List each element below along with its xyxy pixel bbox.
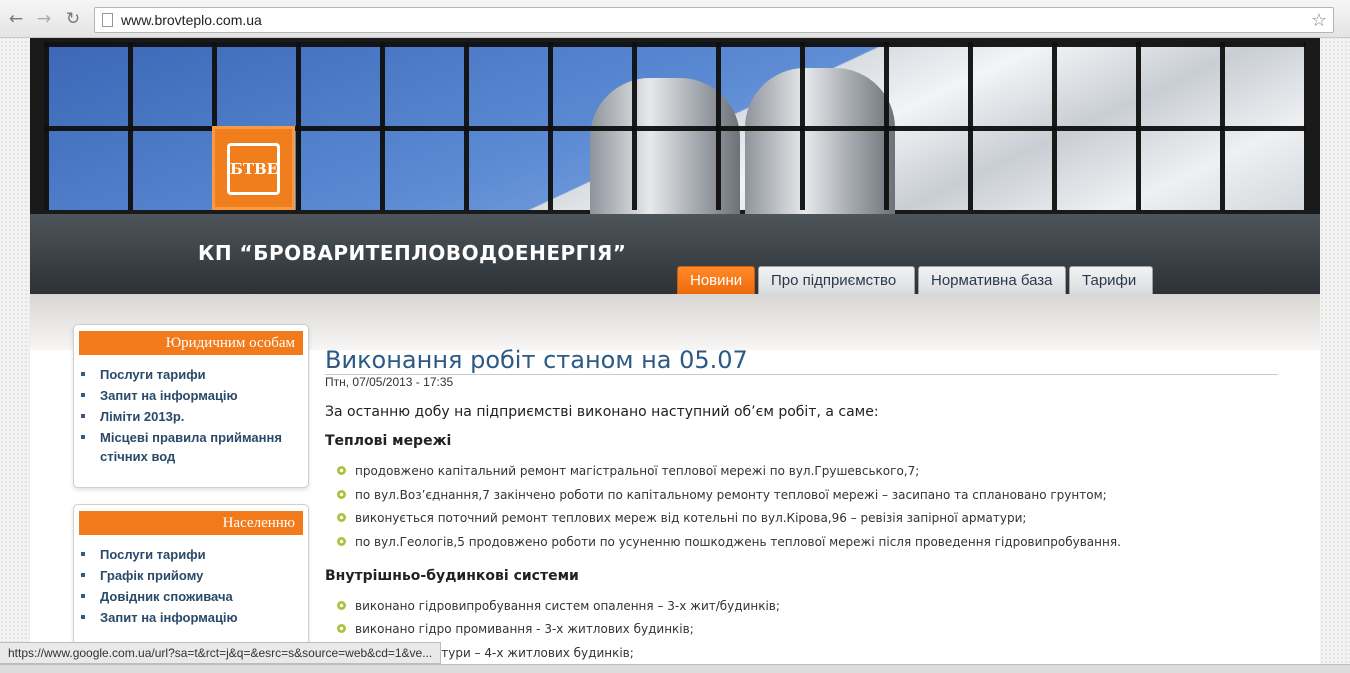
bullet-icon [81, 552, 85, 556]
section-title-heat-networks: Теплові мережі [325, 433, 452, 449]
status-bar-url: https://www.google.com.ua/url?sa=t&rct=j… [0, 642, 442, 664]
list-item: виконується поточний ремонт теплових мер… [325, 510, 1280, 526]
list-item: запірної арматури – 4-х житлових будинкі… [325, 645, 1280, 661]
tab-normative-base[interactable]: Нормативна база [918, 266, 1066, 294]
back-icon[interactable]: ← [6, 9, 26, 29]
sidebar-block-title: Населенню [79, 511, 303, 535]
list-item: по вул.Геологів,5 продовжено роботи по у… [325, 534, 1280, 550]
list-item-text: по вул.Воз’єднання,7 закінчено роботи по… [355, 487, 1107, 502]
list-item: виконано гідровипробування систем опален… [325, 598, 1280, 614]
sidebar-item-services-tariffs[interactable]: Послуги тарифи [81, 545, 296, 564]
website: БТВЕ КП “БРОВАРИТЕПЛОВОДОЕНЕРГІЯ” Новини… [30, 38, 1320, 673]
header-bar: КП “БРОВАРИТЕПЛОВОДОЕНЕРГІЯ” Новини Про … [30, 214, 1320, 294]
bullet-icon [81, 435, 85, 439]
reload-icon[interactable]: ↻ [63, 9, 83, 29]
sidebar-item-limits[interactable]: Ліміти 2013р. [81, 407, 296, 426]
browser-toolbar: ← → ↻ www.brovteplo.com.ua ☆ [0, 0, 1350, 38]
list-item-text: виконується поточний ремонт теплових мер… [355, 511, 1027, 525]
company-name: КП “БРОВАРИТЕПЛОВОДОЕНЕРГІЯ” [198, 241, 627, 265]
page-icon [102, 13, 113, 27]
bullet-icon [81, 414, 85, 418]
bullet-icon [337, 513, 346, 522]
list-item-text: по вул.Геологів,5 продовжено роботи по у… [355, 534, 1121, 549]
bullet-icon [337, 536, 346, 546]
sidebar-item-label[interactable]: Довідник споживача [100, 589, 233, 604]
article-date: Птн, 07/05/2013 - 17:35 [325, 375, 454, 389]
sidebar-item-consumer-guide[interactable]: Довідник споживача [81, 587, 296, 606]
tab-about[interactable]: Про підприємство [758, 266, 915, 294]
header-banner: БТВЕ [30, 38, 1320, 214]
section-title-internal-systems: Внутрішньо-будинкові системи [325, 567, 579, 584]
sidebar-item-label[interactable]: Послуги тарифи [100, 547, 206, 562]
sidebar-block-title: Юридичним особам [79, 331, 303, 355]
sidebar-legal-entities: Юридичним особам Послуги тарифи Запит на… [73, 324, 309, 488]
sidebar-menu: Послуги тарифи Графік прийому Довідник с… [74, 535, 308, 627]
bookmark-star-icon[interactable]: ☆ [1311, 10, 1327, 31]
bullet-icon [81, 615, 85, 619]
sidebar-menu: Послуги тарифи Запит на інформацію Ліміт… [74, 355, 308, 466]
list-item-text: продовжено капітальний ремонт магістраль… [355, 464, 920, 478]
internal-systems-list: виконано гідровипробування систем опален… [325, 598, 1280, 661]
bullet-icon [337, 600, 346, 610]
heat-networks-list: продовжено капітальний ремонт магістраль… [325, 463, 1280, 550]
bullet-icon [81, 372, 85, 376]
sidebar-item-label[interactable]: Графік прийому [100, 568, 203, 583]
sidebar-item-reception-schedule[interactable]: Графік прийому [81, 566, 296, 585]
list-item: виконано гідро промивання - 3-х житлових… [325, 621, 1280, 637]
list-item: продовжено капітальний ремонт магістраль… [325, 463, 1280, 479]
bullet-icon [337, 624, 346, 633]
bullet-icon [81, 573, 85, 577]
list-item-text: виконано гідровипробування систем опален… [355, 598, 780, 613]
sidebar-item-wastewater-rules[interactable]: Місцеві правила приймання стічних вод [81, 428, 296, 466]
tab-news[interactable]: Новини [677, 266, 755, 294]
sidebar-item-info-request[interactable]: Запит на інформацію [81, 386, 296, 405]
list-item: по вул.Воз’єднання,7 закінчено роботи по… [325, 487, 1280, 503]
sidebar-item-services-tariffs[interactable]: Послуги тарифи [81, 365, 296, 384]
sidebar-item-info-request[interactable]: Запит на інформацію [81, 608, 296, 627]
sidebar-item-label[interactable]: Місцеві правила приймання стічних вод [100, 430, 282, 464]
sidebar-item-label[interactable]: Ліміти 2013р. [100, 409, 184, 424]
address-bar[interactable]: www.brovteplo.com.ua ☆ [94, 7, 1334, 33]
url-text[interactable]: www.brovteplo.com.ua [121, 12, 262, 28]
forward-icon[interactable]: → [34, 9, 54, 29]
bullet-icon [81, 393, 85, 397]
list-item-text: виконано гідро промивання - 3-х житлових… [355, 622, 694, 636]
sidebar-item-label[interactable]: Послуги тарифи [100, 367, 206, 382]
bullet-icon [337, 489, 346, 499]
bullet-icon [337, 466, 346, 475]
window-bottom-edge [0, 664, 1350, 673]
sidebar-item-label[interactable]: Запит на інформацію [100, 388, 238, 403]
logo-text: БТВЕ [227, 143, 280, 195]
article-title[interactable]: Виконання робіт станом на 05.07 [325, 346, 1278, 375]
article-intro: За останню добу на підприємстві виконано… [325, 404, 879, 420]
bullet-icon [81, 594, 85, 598]
company-logo[interactable]: БТВЕ [212, 126, 295, 210]
sidebar-item-label[interactable]: Запит на інформацію [100, 610, 238, 625]
article: Виконання робіт станом на 05.07 Птн, 07/… [325, 346, 1280, 668]
tab-tariffs[interactable]: Тарифи [1069, 266, 1153, 294]
